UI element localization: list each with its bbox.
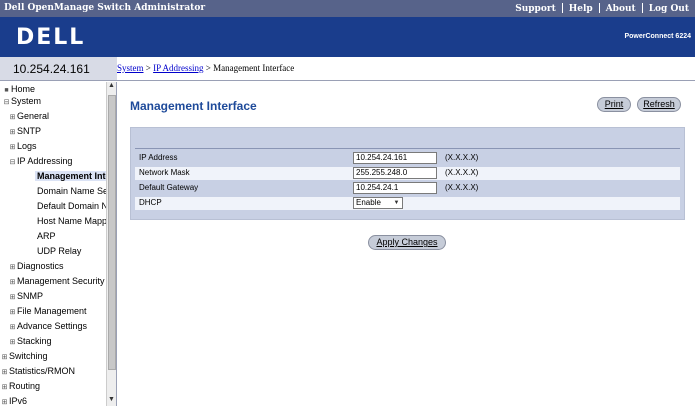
network-mask-input[interactable]: 255.255.248.0 xyxy=(353,167,437,179)
breadcrumb-current: Management Interface xyxy=(213,63,295,73)
tree-item-ipv6[interactable]: ⊞ IPv6 xyxy=(0,394,27,406)
dhcp-selected-value: Enable xyxy=(356,198,381,207)
scrollbar-thumb[interactable] xyxy=(108,95,116,370)
product-name: PowerConnect 6224 xyxy=(624,33,691,40)
dhcp-row: DHCP Enable ▼ xyxy=(135,197,680,210)
tree-item-stacking[interactable]: ⊞ Stacking xyxy=(8,334,52,349)
page-title: Management Interface xyxy=(130,99,257,113)
default-gateway-label: Default Gateway xyxy=(139,183,199,192)
network-mask-label: Network Mask xyxy=(139,168,190,177)
print-button[interactable]: Print xyxy=(597,97,631,112)
home-icon: ■ xyxy=(4,87,9,94)
management-interface-panel: IP Address 10.254.24.161 (X.X.X.X) Netwo… xyxy=(130,127,685,220)
tree-item-switching[interactable]: ⊞ Switching xyxy=(0,349,48,364)
plus-icon: ⊞ xyxy=(9,264,16,271)
chevron-down-icon[interactable]: ▼ xyxy=(392,198,401,208)
plus-icon: ⊞ xyxy=(1,369,8,376)
brand-bar: DELL PowerConnect 6224 xyxy=(0,17,695,57)
logout-link[interactable]: Log Out xyxy=(643,4,695,14)
minus-icon: ⊟ xyxy=(9,159,16,166)
tree-item-host-name-mapping[interactable]: Host Name Mapping xyxy=(37,214,116,229)
support-link[interactable]: Support xyxy=(509,4,562,14)
top-links: Support Help About Log Out xyxy=(509,3,695,14)
plus-icon: ⊞ xyxy=(9,129,16,136)
default-gateway-hint: (X.X.X.X) xyxy=(445,183,479,192)
navigation-tree: ■ Home ⊟ System ⊞ General ⊞ SNTP ⊞ Logs ⊟ IP A… xyxy=(0,82,117,406)
tree-item-snmp[interactable]: ⊞ SNMP xyxy=(8,289,43,304)
dell-logo: DELL xyxy=(16,25,86,50)
plus-icon: ⊞ xyxy=(9,144,16,151)
tree-scrollbar[interactable]: ▲ ▼ xyxy=(106,82,116,406)
plus-icon: ⊞ xyxy=(1,384,8,391)
device-ip-box: 10.254.24.161 xyxy=(0,57,117,81)
breadcrumb-separator: > xyxy=(203,63,214,73)
device-ip: 10.254.24.161 xyxy=(13,62,90,76)
plus-icon: ⊞ xyxy=(1,354,8,361)
tree-item-statistics-rmon[interactable]: ⊞ Statistics/RMON xyxy=(0,364,75,379)
default-gateway-input[interactable]: 10.254.24.1 xyxy=(353,182,437,194)
dhcp-select[interactable]: Enable ▼ xyxy=(353,197,403,209)
network-mask-row: Network Mask 255.255.248.0 (X.X.X.X) xyxy=(135,167,680,180)
plus-icon: ⊞ xyxy=(9,324,16,331)
refresh-button[interactable]: Refresh xyxy=(637,97,681,112)
tree-item-domain-name-server[interactable]: Domain Name Server xyxy=(37,184,116,199)
breadcrumb-system[interactable]: System xyxy=(117,63,144,73)
tree-item-file-management[interactable]: ⊞ File Management xyxy=(8,304,87,319)
tree-item-system[interactable]: ⊟ System xyxy=(2,94,41,109)
minus-icon: ⊟ xyxy=(3,99,10,106)
breadcrumb-ip-addressing[interactable]: IP Addressing xyxy=(153,63,203,73)
tree-item-sntp[interactable]: ⊞ SNTP xyxy=(8,124,41,139)
app-title: Dell OpenManage Switch Administrator xyxy=(4,3,206,13)
breadcrumb: System > IP Addressing > Management Inte… xyxy=(117,57,695,81)
plus-icon: ⊞ xyxy=(1,399,8,406)
scroll-down-icon[interactable]: ▼ xyxy=(107,396,116,406)
tree-item-diagnostics[interactable]: ⊞ Diagnostics xyxy=(8,259,64,274)
about-link[interactable]: About xyxy=(600,4,642,14)
tree-item-arp[interactable]: ARP xyxy=(37,229,56,244)
panel-divider xyxy=(135,148,680,149)
tree-item-management-security[interactable]: ⊞ Management Security xyxy=(8,274,105,289)
plus-icon: ⊞ xyxy=(9,339,16,346)
dhcp-label: DHCP xyxy=(139,198,162,207)
tree-item-default-domain-name[interactable]: Default Domain Name xyxy=(37,199,116,214)
plus-icon: ⊞ xyxy=(9,294,16,301)
apply-changes-button[interactable]: Apply Changes xyxy=(368,235,446,250)
ip-address-hint: (X.X.X.X) xyxy=(445,153,479,162)
ip-address-row: IP Address 10.254.24.161 (X.X.X.X) xyxy=(135,152,680,165)
plus-icon: ⊞ xyxy=(9,279,16,286)
help-link[interactable]: Help xyxy=(563,4,599,14)
scroll-up-icon[interactable]: ▲ xyxy=(107,82,116,92)
ip-address-input[interactable]: 10.254.24.161 xyxy=(353,152,437,164)
breadcrumb-separator: > xyxy=(143,63,154,73)
ip-address-label: IP Address xyxy=(139,153,178,162)
network-mask-hint: (X.X.X.X) xyxy=(445,168,479,177)
tree-item-management-interface[interactable]: Management Interface xyxy=(35,169,116,184)
top-bar: Dell OpenManage Switch Administrator Sup… xyxy=(0,0,695,17)
tree-item-general[interactable]: ⊞ General xyxy=(8,109,49,124)
tree-item-advance-settings[interactable]: ⊞ Advance Settings xyxy=(8,319,87,334)
plus-icon: ⊞ xyxy=(9,309,16,316)
default-gateway-row: Default Gateway 10.254.24.1 (X.X.X.X) xyxy=(135,182,680,195)
tree-item-routing[interactable]: ⊞ Routing xyxy=(0,379,40,394)
tree-item-ip-addressing[interactable]: ⊟ IP Addressing xyxy=(8,154,73,169)
tree-item-udp-relay[interactable]: UDP Relay xyxy=(37,244,81,259)
tree-item-logs[interactable]: ⊞ Logs xyxy=(8,139,37,154)
plus-icon: ⊞ xyxy=(9,114,16,121)
